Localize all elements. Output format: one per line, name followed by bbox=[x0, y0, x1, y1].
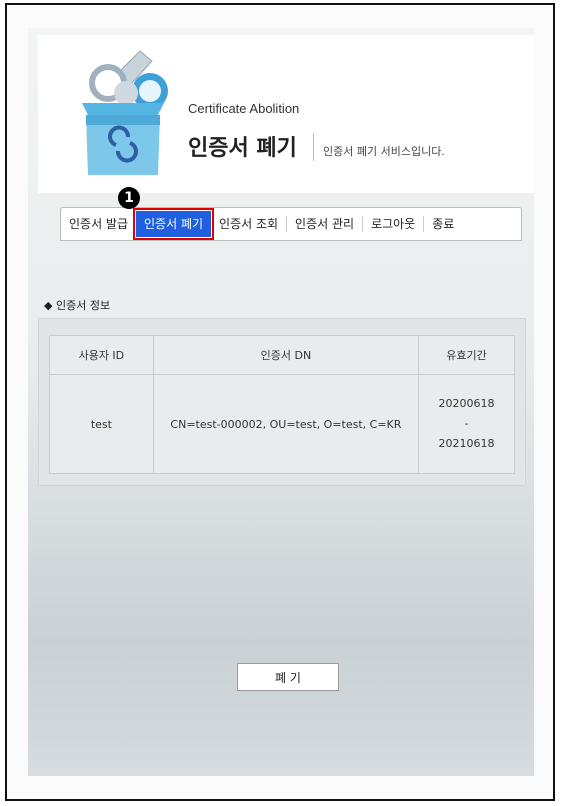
tab-bar: 인증서 발급 인증서 폐기 인증서 조회 인증서 관리 로그아웃 종료 bbox=[60, 207, 522, 241]
header-subtitle: Certificate Abolition bbox=[188, 101, 300, 116]
tab-manage[interactable]: 인증서 관리 bbox=[287, 211, 362, 237]
tab-logout[interactable]: 로그아웃 bbox=[363, 211, 423, 237]
cell-validity: 20200618 - 20210618 bbox=[418, 374, 515, 474]
valid-to: 20210618 bbox=[438, 437, 495, 450]
page-description: 인증서 폐기 서비스입니다. bbox=[323, 145, 445, 158]
step-number-badge: 1 bbox=[118, 187, 140, 209]
valid-separator: - bbox=[464, 417, 469, 430]
table-header-row: 사용자 ID 인증서 DN 유효기간 bbox=[49, 335, 515, 375]
revoke-button[interactable]: 폐 기 bbox=[237, 663, 339, 691]
tab-issue[interactable]: 인증서 발급 bbox=[61, 211, 136, 237]
diamond-icon: ◆ bbox=[44, 299, 53, 312]
column-header-user-id: 사용자 ID bbox=[49, 335, 154, 375]
page-title: 인증서 폐기 bbox=[188, 136, 297, 161]
section-title: ◆ 인증서 정보 bbox=[44, 297, 110, 313]
tab-exit[interactable]: 종료 bbox=[424, 211, 462, 237]
column-header-validity: 유효기간 bbox=[418, 335, 515, 375]
cell-user-id: test bbox=[49, 374, 154, 474]
section-label: 인증서 정보 bbox=[55, 299, 111, 312]
certificate-box-icon bbox=[82, 50, 168, 175]
tab-lookup[interactable]: 인증서 조회 bbox=[211, 211, 286, 237]
cell-dn: CN=test-000002, OU=test, O=test, C=KR bbox=[152, 374, 420, 474]
valid-from: 20200618 bbox=[438, 397, 495, 410]
page-header: Certificate Abolition 인증서 폐기 인증서 폐기 서비스입… bbox=[38, 35, 534, 193]
column-header-dn: 인증서 DN bbox=[152, 335, 420, 375]
title-divider bbox=[313, 133, 314, 161]
tab-revoke[interactable]: 인증서 폐기 bbox=[133, 208, 215, 240]
certificate-table: 사용자 ID 인증서 DN 유효기간 test CN=test-000002, … bbox=[49, 335, 515, 474]
table-row[interactable]: test CN=test-000002, OU=test, O=test, C=… bbox=[49, 374, 515, 474]
